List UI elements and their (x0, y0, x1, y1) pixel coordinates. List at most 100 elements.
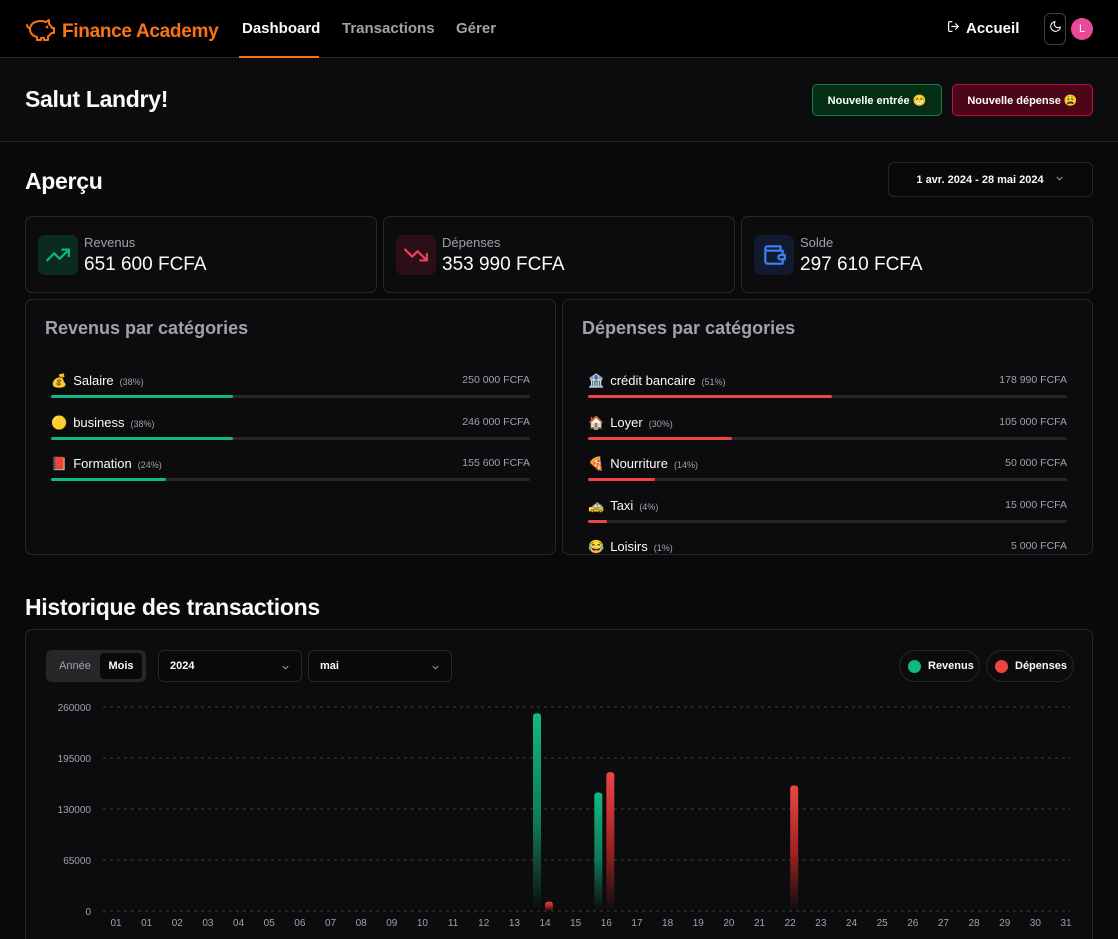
expense-categories-panel[interactable]: Dépenses par catégories 🏦 crédit bancaire… (562, 299, 1093, 555)
category-amount: 250 000 FCFA (462, 374, 530, 386)
x-tick-label: 16 (601, 918, 613, 929)
theme-toggle-button[interactable] (1044, 13, 1066, 45)
category-percent: (1%) (653, 543, 673, 553)
category-row: 💰 Salaire (38%) 250 000 FCFA (51, 373, 530, 409)
y-tick-label: 260000 (58, 703, 92, 714)
stat-card-balance: Solde 297 610 FCFA (741, 216, 1093, 293)
progress-fill (588, 395, 833, 398)
legend-label: Revenus (928, 660, 974, 672)
new-entry-button[interactable]: Nouvelle entrée 😁 (812, 84, 942, 116)
x-tick-label: 29 (999, 918, 1011, 929)
new-expense-button[interactable]: Nouvelle dépense 😩 (952, 84, 1093, 116)
category-row: 🏦 crédit bancaire (51%) 178 990 FCFA (588, 373, 1067, 409)
user-avatar[interactable]: L (1071, 18, 1093, 40)
category-percent: (38%) (130, 418, 155, 429)
panel-title: Dépenses par catégories (582, 318, 796, 338)
x-tick-label: 12 (478, 918, 490, 929)
progress-track (588, 436, 1067, 440)
x-tick-label: 25 (877, 918, 889, 929)
category-emoji: 🏦 (588, 373, 605, 388)
stat-label: Solde (800, 235, 834, 250)
toggle-month[interactable]: Mois (100, 653, 142, 679)
bar-expense[interactable] (545, 901, 554, 911)
bar-expense[interactable] (606, 772, 615, 911)
x-tick-label: 31 (1060, 918, 1072, 929)
income-categories-panel: Revenus par catégories 💰 Salaire (38%) 250 … (25, 299, 556, 555)
category-name: Formation (73, 456, 132, 471)
toggle-year[interactable]: Année (50, 653, 100, 679)
category-row: 🍕 Nourriture (14%) 50 000 FCFA (588, 456, 1067, 492)
x-tick-label: 27 (938, 918, 950, 929)
trending-down-icon (396, 235, 436, 275)
bar-income[interactable] (533, 713, 542, 911)
category-percent: (24%) (137, 460, 162, 470)
category-name-group: 🍕 Nourriture (14%) (588, 456, 698, 472)
progress-track (51, 478, 530, 481)
bar-expense[interactable] (790, 785, 799, 911)
year-select-value: 2024 (170, 660, 195, 672)
legend-dot (995, 659, 1008, 673)
x-tick-label: 08 (356, 918, 368, 929)
x-tick-label: 01 (141, 918, 153, 929)
x-tick-label: 02 (172, 918, 184, 929)
category-percent: (51%) (701, 377, 726, 387)
date-range-picker[interactable]: 1 avr. 2024 - 28 mai 2024 (888, 162, 1093, 197)
category-name: business (73, 414, 125, 430)
progress-fill (51, 436, 234, 440)
stat-label: Revenus (84, 235, 136, 250)
legend-income[interactable]: Revenus (899, 650, 980, 682)
x-tick-label: 22 (785, 918, 797, 929)
period-toggle: Année Mois (46, 650, 146, 682)
panel-title: Revenus par catégories (45, 318, 249, 338)
nav-dashboard[interactable]: Dashboard (242, 20, 320, 37)
category-emoji: 📕 (51, 456, 68, 471)
category-emoji: 🏠 (588, 414, 605, 430)
y-tick-label: 195000 (58, 754, 92, 765)
category-name-group: 😂 Loisirs (1%) (588, 539, 673, 554)
category-name-group: 🏠 Loyer (30%) (588, 415, 673, 431)
category-name-group: 💰 Salaire (38%) (51, 373, 144, 389)
category-percent: (4%) (639, 501, 659, 512)
x-tick-label: 21 (754, 918, 766, 929)
progress-fill (51, 478, 166, 481)
x-tick-label: 01 (110, 918, 122, 929)
overview-title: Aperçu (25, 168, 103, 194)
bar-income[interactable] (594, 792, 603, 911)
chevron-down-icon (280, 662, 291, 676)
category-name-group: 🏦 crédit bancaire (51%) (588, 373, 725, 389)
month-select[interactable]: mai (308, 650, 452, 682)
progress-track (588, 478, 1067, 481)
progress-track (51, 395, 530, 398)
y-tick-label: 130000 (58, 805, 92, 816)
x-tick-label: 28 (969, 918, 981, 929)
date-range-label: 1 avr. 2024 - 28 mai 2024 (916, 173, 1044, 186)
legend-expenses[interactable]: Dépenses (986, 650, 1074, 682)
progress-fill (588, 436, 732, 440)
nav-manage[interactable]: Gérer (456, 20, 496, 37)
home-link[interactable]: Accueil (947, 20, 1019, 37)
category-row: 🏠 Loyer (30%) 105 000 FCFA (588, 415, 1067, 451)
year-select[interactable]: 2024 (158, 650, 302, 682)
category-name-group: 🟡 business (38%) (51, 415, 155, 431)
category-name-group: 📕 Formation (24%) (51, 456, 162, 472)
category-emoji: 🟡 (51, 414, 68, 430)
category-amount: 105 000 FCFA (999, 415, 1067, 428)
x-tick-label: 15 (570, 918, 582, 929)
brand-logo[interactable]: Finance Academy (26, 16, 219, 47)
category-name-group: 🚕 Taxi (4%) (588, 498, 658, 514)
category-percent: (38%) (119, 377, 144, 387)
x-tick-label: 05 (264, 918, 276, 929)
y-tick-label: 65000 (63, 856, 91, 867)
category-row: 🟡 business (38%) 246 000 FCFA (51, 415, 530, 451)
category-amount: 178 990 FCFA (999, 374, 1067, 386)
x-tick-label: 06 (294, 918, 306, 929)
stat-value: 651 600 FCFA (84, 254, 207, 275)
nav-transactions[interactable]: Transactions (342, 20, 435, 37)
stat-card-expenses: Dépenses 353 990 FCFA (383, 216, 735, 293)
category-amount: 15 000 FCFA (1005, 498, 1067, 511)
category-name: crédit bancaire (610, 373, 696, 388)
x-tick-label: 03 (202, 918, 214, 929)
progress-fill (588, 519, 608, 523)
month-select-value: mai (320, 660, 339, 672)
x-tick-label: 09 (386, 918, 398, 929)
